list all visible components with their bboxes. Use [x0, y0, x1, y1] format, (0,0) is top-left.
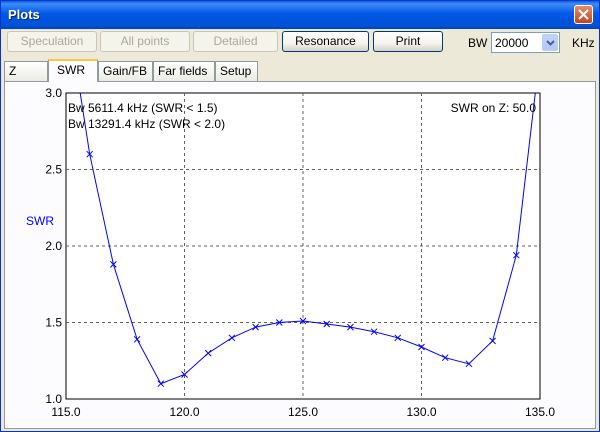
detailed-button[interactable]: Detailed — [193, 31, 278, 52]
x-tick-label: 135.0 — [525, 405, 555, 419]
swr-reference-impedance-annotation: SWR on Z: 50.0 — [451, 101, 537, 115]
x-tick-label: 115.0 — [51, 405, 80, 419]
tab-setup[interactable]: Setup — [215, 61, 258, 81]
y-tick-label: 1.5 — [45, 316, 62, 330]
bw-dropdown-button[interactable] — [542, 34, 558, 51]
y-tick-label: 2.0 — [45, 239, 62, 253]
y-axis-label: SWR — [26, 214, 54, 228]
bw-unit-label: KHz — [572, 36, 595, 50]
bw-select[interactable]: 20000 — [491, 32, 560, 53]
bandwidth-swr-1-5-annotation: Bw 5611.4 kHz (SWR < 1.5) — [68, 101, 218, 115]
bandwidth-swr-2-0-annotation: Bw 13291.4 kHz (SWR < 2.0) — [68, 117, 225, 131]
tab-gain-fb[interactable]: Gain/FB — [98, 61, 153, 81]
x-tick-label: 130.0 — [406, 405, 436, 419]
x-tick-label: 125.0 — [288, 405, 318, 419]
resonance-button[interactable]: Resonance — [282, 31, 369, 52]
close-icon — [578, 9, 589, 20]
swr-tab-panel: 115.0 120.0 125.0 130.0 135.0 1.0 1.5 2.0 2.5 3.0… — [4, 81, 596, 429]
y-tick-label: 1.0 — [45, 392, 62, 406]
y-tick-label: 2.5 — [45, 163, 62, 177]
tab-far-fields[interactable]: Far fields — [153, 61, 215, 81]
y-tick-label: 3.0 — [45, 86, 62, 100]
title-bar[interactable]: Plots — [1, 1, 599, 29]
all-points-button[interactable]: All points — [100, 31, 190, 52]
tab-z[interactable]: Z — [4, 61, 48, 81]
window-title: Plots — [8, 7, 40, 22]
print-button[interactable]: Print — [373, 31, 443, 52]
bw-value: 20000 — [495, 36, 529, 50]
swr-plot: 115.0 120.0 125.0 130.0 135.0 1.0 1.5 2.0 2.5 3.0… — [26, 86, 555, 419]
plots-window: Plots Speculation All points Detailed Re… — [0, 0, 600, 432]
speculation-button[interactable]: Speculation — [7, 31, 97, 52]
x-tick-label: 120.0 — [169, 405, 199, 419]
chevron-down-icon — [546, 40, 555, 46]
bw-label: BW — [468, 36, 488, 50]
tab-swr[interactable]: SWR — [48, 59, 98, 82]
close-button[interactable] — [574, 5, 593, 24]
